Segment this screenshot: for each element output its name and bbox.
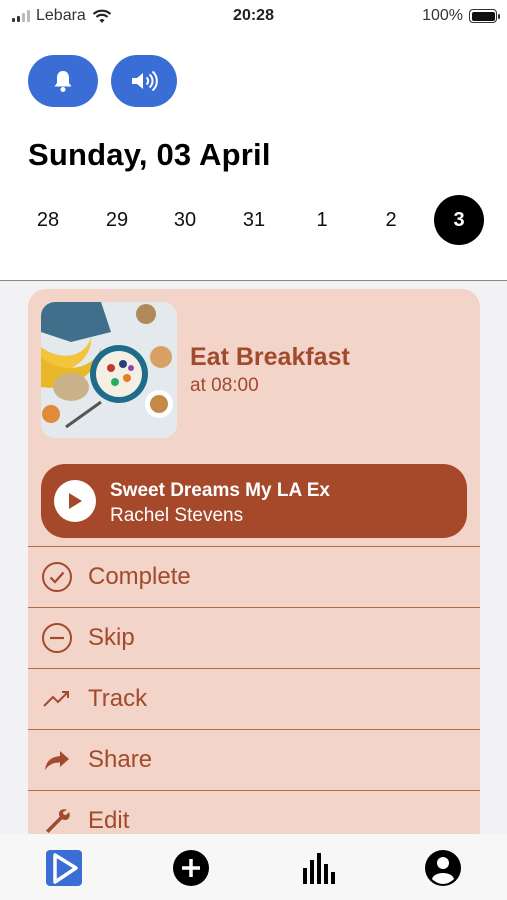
app-play-icon	[46, 850, 82, 886]
share-arrow-icon	[41, 744, 73, 776]
track-button[interactable]: Track	[28, 668, 480, 729]
complete-button[interactable]: Complete	[28, 546, 480, 607]
clock-time: 20:28	[233, 7, 274, 24]
day-30[interactable]: 30	[160, 195, 210, 245]
battery-icon	[469, 9, 500, 23]
wifi-icon	[92, 9, 112, 23]
status-right: 100%	[422, 7, 500, 25]
music-player[interactable]: Sweet Dreams My LA Ex Rachel Stevens	[41, 464, 467, 538]
day-31[interactable]: 31	[229, 195, 279, 245]
status-left: Lebara	[12, 7, 112, 25]
task-card[interactable]: Eat Breakfast at 08:00 Sweet Dreams My L…	[28, 289, 480, 849]
track-label: Track	[88, 685, 148, 712]
day-selector: 28 29 30 31 1 2 3	[0, 195, 507, 249]
bell-icon	[54, 71, 72, 92]
song-artist: Rachel Stevens	[110, 505, 244, 526]
share-button[interactable]: Share	[28, 729, 480, 790]
day-3-selected[interactable]: 3	[434, 195, 484, 245]
trend-up-icon	[41, 683, 73, 715]
speaker-icon	[132, 70, 158, 92]
edit-label: Edit	[88, 807, 130, 834]
page-title: Sunday, 03 April	[28, 137, 271, 172]
complete-label: Complete	[88, 563, 191, 590]
song-title: Sweet Dreams My LA Ex	[110, 480, 330, 501]
tab-stats[interactable]	[298, 848, 338, 888]
task-title: Eat Breakfast	[190, 343, 350, 371]
signal-icon	[12, 10, 30, 22]
tab-add[interactable]	[171, 848, 211, 888]
minus-circle-icon	[41, 622, 73, 654]
day-1[interactable]: 1	[297, 195, 347, 245]
battery-percent: 100%	[422, 7, 463, 24]
carrier-label: Lebara	[36, 7, 86, 24]
day-29[interactable]: 29	[92, 195, 142, 245]
play-icon	[69, 493, 82, 509]
play-button[interactable]	[54, 480, 96, 522]
tab-bar	[0, 834, 507, 900]
task-time: at 08:00	[190, 375, 259, 396]
share-label: Share	[88, 746, 153, 773]
day-2[interactable]: 2	[366, 195, 416, 245]
skip-label: Skip	[88, 624, 135, 651]
wrench-icon	[41, 805, 73, 837]
breakfast-photo	[41, 302, 177, 438]
tab-home[interactable]	[44, 848, 84, 888]
status-bar: Lebara 20:28 100%	[0, 0, 507, 32]
sound-button[interactable]	[111, 55, 177, 107]
notifications-button[interactable]	[28, 55, 98, 107]
check-circle-icon	[41, 561, 73, 593]
tab-profile[interactable]	[423, 848, 463, 888]
skip-button[interactable]: Skip	[28, 607, 480, 668]
day-28[interactable]: 28	[23, 195, 73, 245]
stats-bars-icon	[303, 853, 335, 884]
profile-icon	[425, 850, 461, 886]
action-list: Complete Skip Track Share Edit	[28, 546, 480, 849]
add-circle-icon	[173, 850, 209, 886]
